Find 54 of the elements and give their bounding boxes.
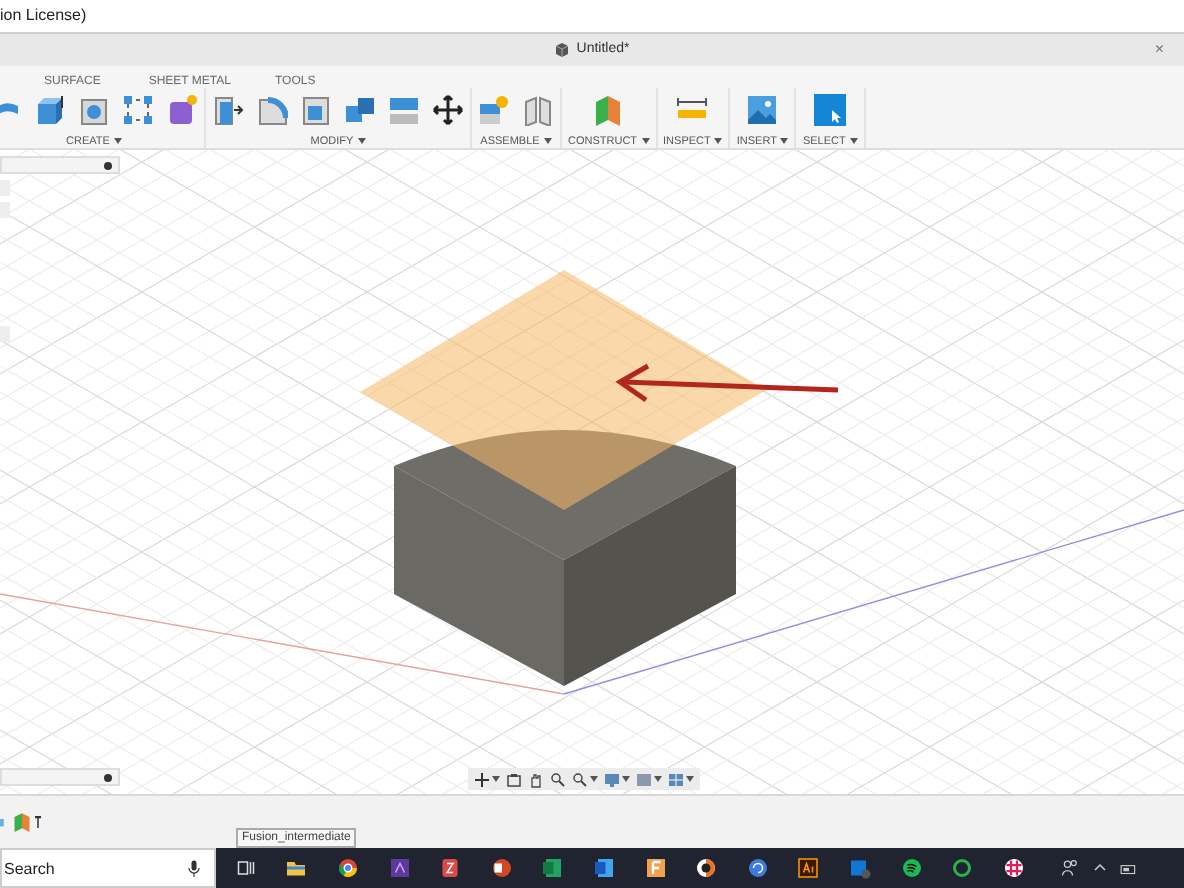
dot-icon: [104, 774, 112, 783]
browser-icon: [335, 856, 360, 880]
battery-icon: [1119, 859, 1137, 877]
dot-icon: [104, 162, 112, 171]
letter-z-icon: [438, 856, 463, 880]
orbit-icon: [474, 771, 490, 788]
folder-icon: [284, 856, 309, 880]
caret-icon: [686, 776, 694, 783]
pan-button[interactable]: [528, 771, 544, 788]
microphone-icon: [184, 858, 204, 878]
window-title: ion License): [0, 6, 87, 25]
fit-button[interactable]: [572, 771, 598, 788]
grid-settings-button[interactable]: [636, 771, 662, 788]
camera-icon: [506, 771, 522, 788]
swirl-icon: [745, 856, 770, 880]
caret-icon: [714, 138, 723, 145]
look-at-button[interactable]: [506, 771, 522, 788]
music-icon: [899, 856, 924, 880]
viewports-button[interactable]: [668, 771, 694, 788]
caret-icon: [543, 138, 552, 145]
spreadsheet-icon: [540, 856, 565, 880]
app-logo-icon: [387, 856, 412, 880]
ring-icon: [950, 856, 975, 880]
illustrator-icon: [796, 856, 821, 880]
document-icon: [591, 856, 616, 880]
caret-icon: [492, 776, 500, 783]
plane-icon: [12, 808, 32, 837]
caret-icon: [590, 776, 598, 783]
caret-icon: [654, 776, 662, 783]
chat-app-icon: [1001, 856, 1026, 880]
people-icon: [1059, 858, 1079, 878]
monitor-icon: [604, 771, 620, 788]
zoom-icon: [572, 771, 588, 788]
display-settings-button[interactable]: [604, 771, 630, 788]
presentation-icon: [489, 856, 514, 880]
viewports-icon: [668, 771, 684, 788]
letter-f-icon: [643, 856, 668, 880]
zoom-icon: [550, 771, 566, 788]
orbit-button[interactable]: [474, 771, 500, 788]
circle-logo-icon: [694, 856, 719, 880]
close-button[interactable]: ×: [1154, 39, 1164, 58]
hand-icon: [528, 771, 544, 788]
caret-icon: [780, 138, 789, 145]
chevron-up-icon: [1091, 860, 1107, 876]
caret-icon: [357, 138, 366, 145]
search-field[interactable]: Search: [0, 848, 216, 888]
zoom-button[interactable]: [550, 771, 566, 788]
caret-icon: [113, 138, 122, 145]
task-view-icon: [233, 856, 258, 880]
caret-icon: [622, 776, 630, 783]
grid-icon: [636, 771, 652, 788]
browser-row: [0, 326, 10, 343]
caret-icon: [641, 138, 650, 145]
caret-icon: [849, 138, 858, 145]
